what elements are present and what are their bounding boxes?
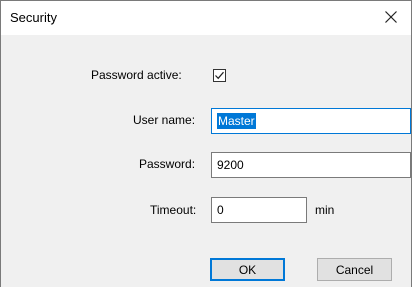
password-field[interactable]: 9200 (211, 152, 411, 178)
cancel-button[interactable]: Cancel (317, 258, 392, 281)
password-label: Password: (139, 157, 196, 171)
password-value: 9200 (217, 158, 244, 172)
timeout-value: 0 (217, 203, 224, 217)
user-name-label: User name: (133, 113, 196, 127)
timeout-unit: min (315, 203, 335, 217)
password-active-checkbox[interactable] (213, 69, 226, 82)
password-active-label: Password active: (91, 68, 182, 82)
check-icon (215, 71, 224, 80)
security-dialog: Security Password active: User name: Mas… (0, 0, 412, 287)
user-name-field[interactable]: Master (211, 108, 411, 134)
title-bar[interactable]: Security (1, 1, 411, 35)
timeout-label: Timeout: (150, 203, 197, 217)
close-icon (385, 11, 397, 23)
close-button[interactable] (371, 1, 411, 33)
window-title: Security (10, 10, 57, 25)
timeout-field[interactable]: 0 (211, 197, 307, 223)
user-name-value: Master (217, 113, 256, 129)
ok-button[interactable]: OK (210, 258, 285, 281)
